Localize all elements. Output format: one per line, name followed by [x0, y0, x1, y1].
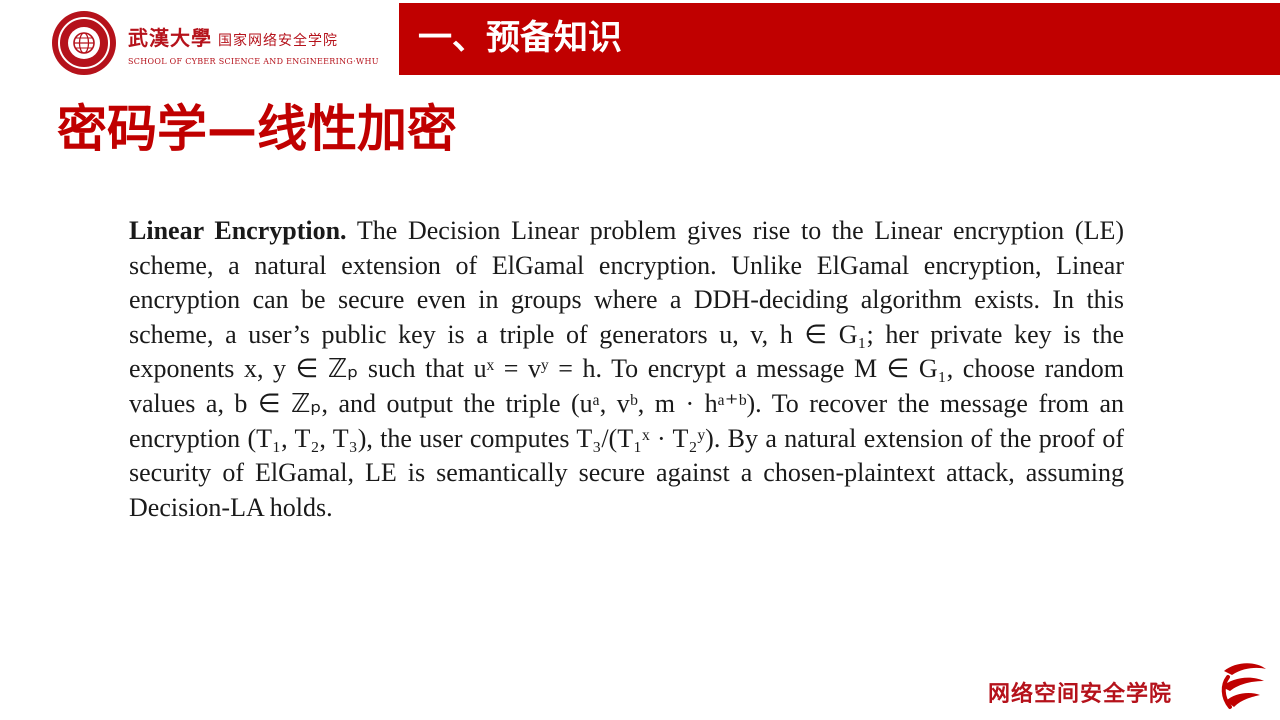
school-name-cn: 武漢大學 国家网络安全学院: [128, 22, 338, 51]
section-title: 一、预备知识: [418, 18, 622, 58]
paragraph-lead: Linear Encryption.: [129, 216, 347, 245]
slide-title: 密码学—线性加密: [57, 100, 457, 158]
footer-school-name: 网络空间安全学院: [988, 681, 1173, 707]
body-paragraph: Linear Encryption. The Decision Linear p…: [129, 214, 1124, 525]
cyber-school-logo-icon: [1221, 663, 1266, 709]
section-header-bar: 一、预备知识: [399, 3, 1280, 75]
university-name: 武漢大學: [128, 26, 212, 50]
university-seal-logo: [52, 11, 116, 75]
school-name-en: SCHOOL OF CYBER SCIENCE AND ENGINEERING·…: [128, 57, 379, 66]
institute-name: 国家网络安全学院: [218, 33, 338, 49]
